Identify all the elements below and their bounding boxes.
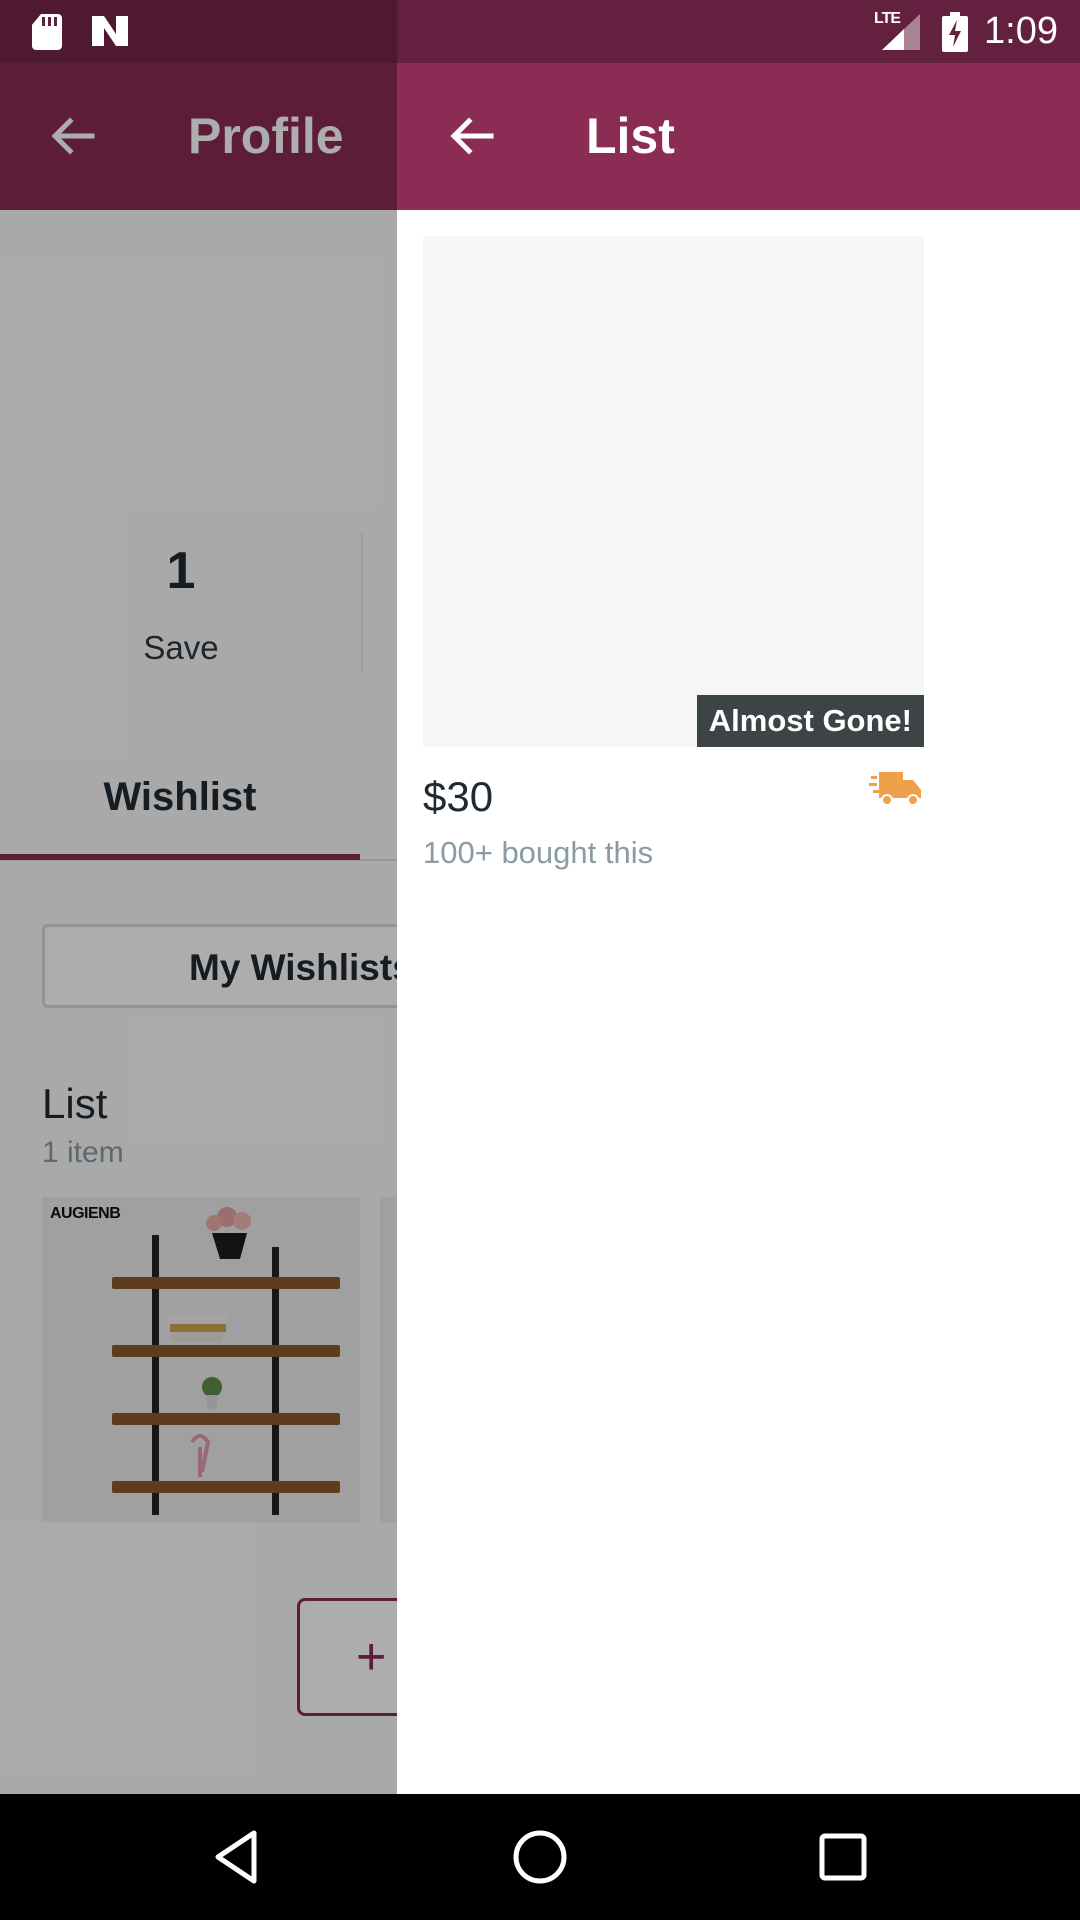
- battery-charging-icon: [942, 12, 968, 52]
- back-arrow-icon[interactable]: [447, 111, 497, 161]
- profile-panel: Profile 1 Save Wishlist My Wishlists Lis…: [0, 63, 397, 1794]
- n-notification-icon: [92, 16, 128, 46]
- status-clock: 1:09: [984, 10, 1058, 52]
- list-title: List: [586, 108, 675, 164]
- panel-scrim[interactable]: [0, 63, 397, 1794]
- almost-gone-badge: Almost Gone!: [696, 695, 924, 747]
- product-image[interactable]: Almost Gone!: [423, 236, 924, 747]
- navigation-bar: [0, 1794, 1080, 1920]
- list-app-bar: List: [397, 63, 1080, 210]
- home-circle-icon[interactable]: [510, 1827, 570, 1887]
- product-price: $30: [423, 773, 494, 820]
- signal-icon: [882, 14, 920, 50]
- recents-square-icon[interactable]: [813, 1827, 873, 1887]
- bought-count: 100+ bought this: [423, 835, 654, 870]
- fast-shipping-truck-icon: [869, 772, 921, 806]
- status-bar: LTE 1:09: [0, 0, 1080, 63]
- list-panel: List Almost Gone! $30 100+ bought this: [397, 63, 1080, 1794]
- back-triangle-icon[interactable]: [208, 1827, 268, 1887]
